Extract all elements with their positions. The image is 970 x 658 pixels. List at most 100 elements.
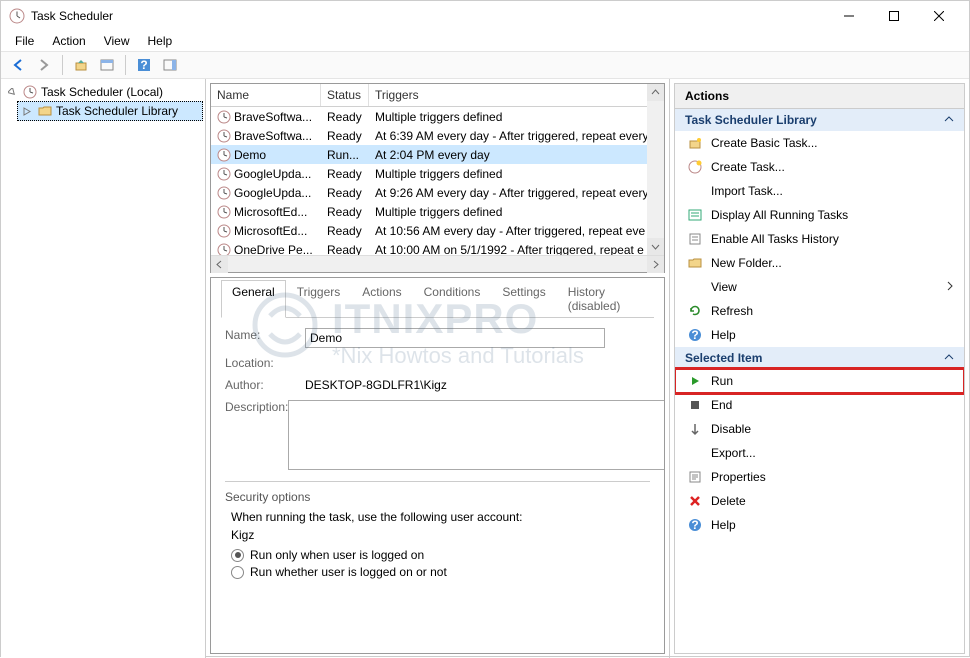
task-name: BraveSoftwa...: [234, 110, 312, 124]
action-import-task[interactable]: Import Task...: [675, 179, 964, 203]
action-view[interactable]: View: [675, 275, 964, 299]
list-header: Name Status Triggers: [211, 84, 664, 107]
action-refresh[interactable]: Refresh: [675, 299, 964, 323]
close-button[interactable]: [916, 1, 961, 31]
name-field[interactable]: [305, 328, 605, 348]
end-icon: [687, 397, 703, 413]
tab-actions[interactable]: Actions: [351, 280, 412, 318]
action-delete[interactable]: Delete: [675, 489, 964, 513]
menu-file[interactable]: File: [7, 32, 42, 50]
action-disable[interactable]: Disable: [675, 417, 964, 441]
col-name[interactable]: Name: [211, 84, 321, 106]
task-trigger: Multiple triggers defined: [369, 167, 664, 181]
action-new-folder[interactable]: New Folder...: [675, 251, 964, 275]
running-tasks-icon: [687, 207, 703, 223]
menu-bar: File Action View Help: [1, 31, 969, 51]
action-label: End: [711, 398, 732, 412]
tab-settings[interactable]: Settings: [491, 280, 556, 318]
forward-button[interactable]: [33, 54, 55, 76]
run-icon: [687, 373, 703, 389]
task-trigger: At 10:56 AM every day - After triggered,…: [369, 224, 664, 238]
table-row[interactable]: MicrosoftEd...ReadyAt 10:56 AM every day…: [211, 221, 664, 240]
task-status: Ready: [321, 205, 369, 219]
table-row[interactable]: BraveSoftwa...ReadyMultiple triggers def…: [211, 107, 664, 126]
scroll-down-icon[interactable]: [647, 238, 664, 255]
tab-triggers[interactable]: Triggers: [286, 280, 352, 318]
tree-expander[interactable]: [5, 88, 19, 97]
tree-root[interactable]: Task Scheduler (Local): [3, 83, 203, 101]
action-label: New Folder...: [711, 256, 782, 270]
help-button[interactable]: ?: [133, 54, 155, 76]
svg-text:?: ?: [140, 58, 147, 72]
task-list: Name Status Triggers BraveSoftwa...Ready…: [210, 83, 665, 273]
clock-icon: [22, 84, 38, 100]
task-name: OneDrive Pe...: [234, 243, 313, 256]
radio-whether[interactable]: Run whether user is logged on or not: [231, 565, 650, 579]
menu-help[interactable]: Help: [140, 32, 181, 50]
tree-expander-child[interactable]: [20, 107, 34, 116]
clock-icon: [217, 110, 231, 124]
action-display-all-running-tasks[interactable]: Display All Running Tasks: [675, 203, 964, 227]
table-row[interactable]: DemoRun...At 2:04 PM every day: [211, 145, 664, 164]
security-user: Kigz: [231, 528, 650, 542]
horizontal-scrollbar[interactable]: [211, 255, 664, 272]
table-row[interactable]: MicrosoftEd...ReadyMultiple triggers def…: [211, 202, 664, 221]
clock-icon: [217, 148, 231, 162]
menu-view[interactable]: View: [96, 32, 138, 50]
menu-action[interactable]: Action: [44, 32, 93, 50]
table-row[interactable]: OneDrive Pe...ReadyAt 10:00 AM on 5/1/19…: [211, 240, 664, 255]
scroll-right-icon[interactable]: [647, 256, 664, 273]
up-button[interactable]: [70, 54, 92, 76]
name-label: Name:: [225, 328, 305, 342]
task-status: Ready: [321, 186, 369, 200]
actions-section-selected[interactable]: Selected Item: [675, 347, 964, 369]
action-create-basic-task[interactable]: Create Basic Task...: [675, 131, 964, 155]
vertical-scrollbar[interactable]: [647, 84, 664, 255]
table-row[interactable]: GoogleUpda...ReadyMultiple triggers defi…: [211, 164, 664, 183]
table-row[interactable]: BraveSoftwa...ReadyAt 6:39 AM every day …: [211, 126, 664, 145]
action-export[interactable]: Export...: [675, 441, 964, 465]
action-label: Enable All Tasks History: [711, 232, 839, 246]
action-properties[interactable]: Properties: [675, 465, 964, 489]
radio-logged-on[interactable]: Run only when user is logged on: [231, 548, 650, 562]
delete-icon: [687, 493, 703, 509]
action-label: Properties: [711, 470, 766, 484]
back-button[interactable]: [7, 54, 29, 76]
clock-icon: [217, 205, 231, 219]
tab-conditions[interactable]: Conditions: [413, 280, 492, 318]
task-details: General Triggers Actions Conditions Sett…: [210, 277, 665, 654]
chevron-up-icon: [944, 113, 954, 127]
action-label: Export...: [711, 446, 756, 460]
svg-text:?: ?: [691, 328, 698, 342]
help-icon: ?: [687, 327, 703, 343]
description-field[interactable]: [288, 400, 665, 470]
scroll-up-icon[interactable]: [647, 84, 664, 101]
task-name: MicrosoftEd...: [234, 224, 307, 238]
security-title: Security options: [225, 490, 650, 504]
action-help[interactable]: ?Help: [675, 513, 964, 537]
minimize-button[interactable]: [826, 1, 871, 31]
table-row[interactable]: GoogleUpda...ReadyAt 9:26 AM every day -…: [211, 183, 664, 202]
panel2-button[interactable]: [159, 54, 181, 76]
action-help[interactable]: ?Help: [675, 323, 964, 347]
scroll-left-icon[interactable]: [211, 256, 228, 273]
action-run[interactable]: Run: [675, 369, 964, 393]
action-end[interactable]: End: [675, 393, 964, 417]
task-status: Ready: [321, 110, 369, 124]
actions-pane: Actions Task Scheduler Library Create Ba…: [669, 79, 969, 658]
app-icon: [9, 8, 25, 24]
action-label: Delete: [711, 494, 746, 508]
tree-pane: Task Scheduler (Local) Task Scheduler Li…: [1, 79, 206, 658]
action-create-task[interactable]: Create Task...: [675, 155, 964, 179]
actions-section-library[interactable]: Task Scheduler Library: [675, 109, 964, 131]
tab-history[interactable]: History (disabled): [557, 280, 654, 318]
tree-library[interactable]: Task Scheduler Library: [17, 101, 203, 121]
window-title: Task Scheduler: [31, 9, 826, 23]
col-triggers[interactable]: Triggers: [369, 84, 664, 106]
task-name: BraveSoftwa...: [234, 129, 312, 143]
panel-button[interactable]: [96, 54, 118, 76]
tab-general[interactable]: General: [221, 280, 286, 318]
col-status[interactable]: Status: [321, 84, 369, 106]
action-enable-all-tasks-history[interactable]: Enable All Tasks History: [675, 227, 964, 251]
maximize-button[interactable]: [871, 1, 916, 31]
